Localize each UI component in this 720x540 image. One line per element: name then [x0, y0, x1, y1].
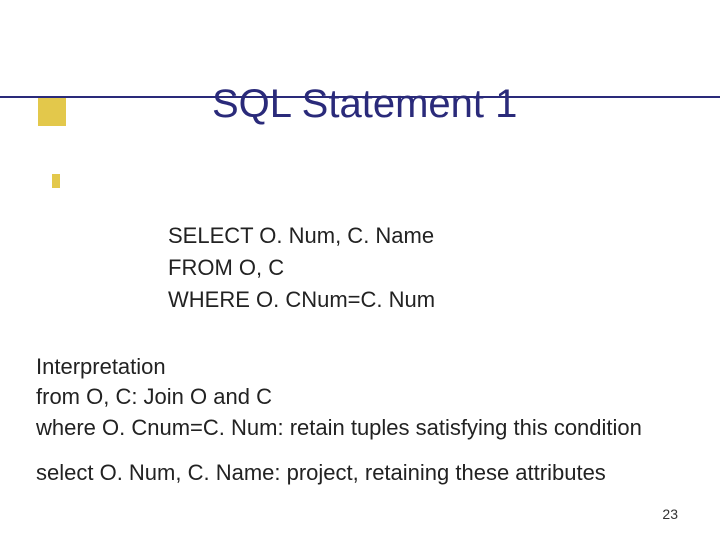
sql-line-select: SELECT O. Num, C. Name [168, 220, 435, 252]
sql-line-from: FROM O, C [168, 252, 435, 284]
interpretation-line-where: where O. Cnum=C. Num: retain tuples sati… [36, 413, 642, 443]
interpretation-line-from: from O, C: Join O and C [36, 382, 642, 412]
projection-line: select O. Num, C. Name: project, retaini… [36, 460, 606, 486]
title-accent-tick [52, 174, 60, 188]
title-underline [0, 96, 720, 98]
title-container: SQL Statement 1 [52, 82, 660, 139]
page-number: 23 [662, 506, 678, 522]
slide-title: SQL Statement 1 [52, 82, 660, 139]
interpretation-block: Interpretation from O, C: Join O and C w… [36, 352, 642, 443]
sql-line-where: WHERE O. CNum=C. Num [168, 284, 435, 316]
sql-code-block: SELECT O. Num, C. Name FROM O, C WHERE O… [168, 220, 435, 316]
interpretation-heading: Interpretation [36, 352, 642, 382]
